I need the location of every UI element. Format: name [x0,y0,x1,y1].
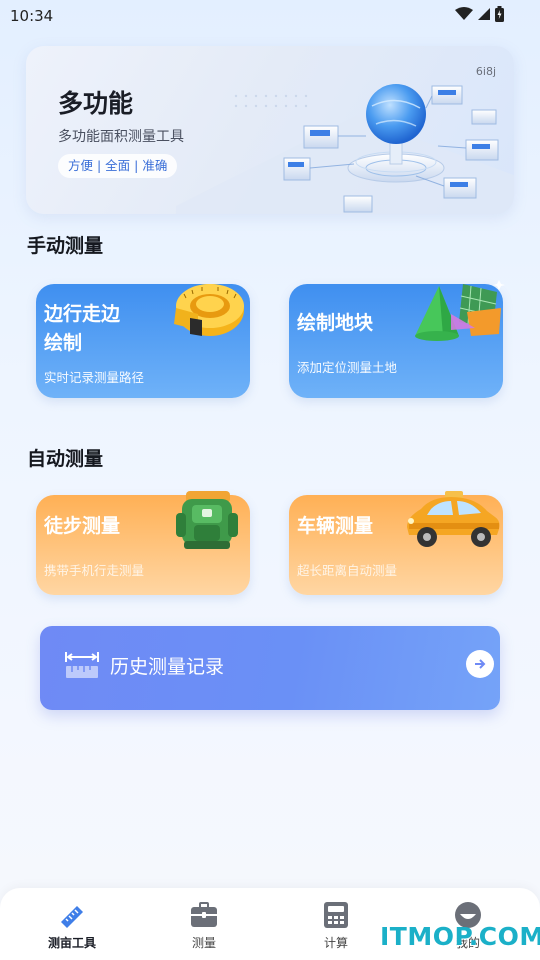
vehicle-card[interactable]: 车辆测量 超长距离自动测量 [289,491,503,595]
nav-item-tools[interactable]: 测亩工具 [22,888,122,960]
smart-city-illustration [176,84,514,214]
banner-title: 多功能 [58,89,134,118]
banner-code: 6i8j [475,65,496,78]
nav-label-tools: 测亩工具 [47,936,96,950]
status-time: 10:34 [10,7,54,25]
section-title-manual: 手动测量 [27,235,104,257]
nav-label-measure: 测量 [191,936,216,950]
walk-draw-title-line2: 绘制 [44,332,83,354]
arrow-right-icon[interactable] [466,650,494,678]
ruler-icon [61,906,83,928]
wifi-icon [455,7,473,20]
nav-item-calculate[interactable]: 计算 [286,888,386,960]
history-records-button[interactable]: 历史测量记录 [40,626,500,710]
vehicle-title: 车辆测量 [297,515,374,537]
draw-plot-title: 绘制地块 [297,312,374,334]
briefcase-icon [191,902,217,927]
measure-ruler-icon [65,652,99,678]
feature-banner[interactable]: 多功能 多功能面积测量工具 方便 | 全面 | 准确 6i8j [26,46,514,214]
draw-plot-card[interactable]: 绘制地块 添加定位测量土地 [289,280,505,398]
banner-tags: 方便 | 全面 | 准确 [58,154,178,178]
draw-plot-subtitle: 添加定位测量土地 [297,360,398,375]
status-icons [455,6,504,22]
geometry-tools-icon [415,280,505,341]
nav-item-measure[interactable]: 测量 [154,888,254,960]
walk-draw-card[interactable]: 边行走边 绘制 实时记录测量路径 [36,284,250,398]
status-bar: 10:34 [0,0,540,32]
backpack-icon [176,491,238,549]
site-watermark: ITMOP.COM [380,922,540,951]
signal-icon [478,8,490,20]
history-label: 历史测量记录 [110,656,225,678]
battery-icon [495,6,504,22]
hike-title: 徒步测量 [44,515,121,537]
nav-label-calculate: 计算 [323,936,348,950]
walk-draw-title-line1: 边行走边 [44,303,121,325]
hike-card[interactable]: 徒步测量 携带手机行走测量 [36,491,250,595]
taxi-icon [407,491,500,547]
walk-draw-subtitle: 实时记录测量路径 [44,370,145,385]
calculator-icon [324,902,348,928]
tape-measure-icon [174,284,244,336]
section-title-auto: 自动测量 [27,448,104,470]
vehicle-subtitle: 超长距离自动测量 [297,563,398,578]
hike-subtitle: 携带手机行走测量 [44,563,145,578]
banner-subtitle: 多功能面积测量工具 [58,129,184,145]
